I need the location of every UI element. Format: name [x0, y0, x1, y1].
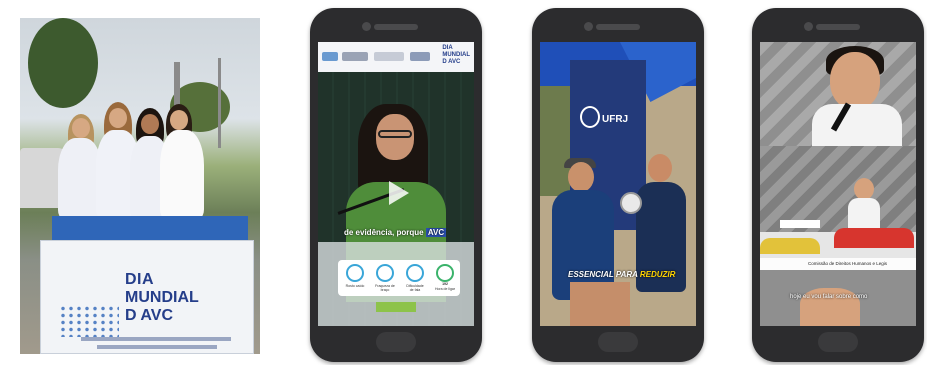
symptoms-card: Rosto caído Fraqueza de braço Dificuldad… — [338, 260, 460, 296]
boy-face — [830, 52, 880, 110]
banner-title-line3: D AVC — [125, 307, 173, 324]
icon-label: Fraqueza de braço — [375, 284, 395, 292]
person-head — [109, 108, 127, 128]
person-head — [141, 114, 159, 134]
home-button — [598, 332, 638, 352]
phone-frame-3: Comissão de Direitos Humanos e Legis hoj… — [752, 8, 924, 362]
video-screen-2[interactable]: UFRJ ESSENCIAL PARA REDUZIR — [540, 42, 696, 326]
red-chair — [834, 228, 914, 248]
icon-label: Hora de ligar — [434, 287, 456, 291]
video-caption: hoje eu vou falar sobre como — [790, 294, 868, 300]
boy-head — [854, 178, 874, 200]
speaker-slot — [596, 24, 640, 30]
sponsor-strip — [81, 337, 231, 341]
arm-icon — [376, 264, 394, 282]
caption-text: de evidência, porque — [344, 228, 426, 237]
white-shirt — [812, 104, 902, 146]
speaker-slot — [374, 24, 418, 30]
caption-highlight: REDUZIR — [639, 270, 676, 279]
campaign-logo: DIA MUNDIAL D AVC — [442, 45, 470, 66]
face-icon — [346, 264, 364, 282]
icon-label: Dificuldade de fala — [406, 284, 424, 292]
banner-title-line2: MUNDIAL — [125, 289, 199, 306]
camera-dot — [804, 22, 813, 31]
sponsor-logo — [410, 52, 430, 61]
home-button — [818, 332, 858, 352]
caption-text: ESSENCIAL PARA — [568, 270, 640, 279]
campaign-logo-line3: D AVC — [442, 59, 461, 65]
phone-frame-1: DIA MUNDIAL D AVC de evidência, porque A… — [310, 8, 482, 362]
lower-third: Comissão de Direitos Humanos e Legis — [760, 258, 916, 270]
video-screen-3[interactable]: Comissão de Direitos Humanos e Legis hoj… — [760, 42, 916, 326]
speaker-slot — [816, 24, 860, 30]
hand-fan — [620, 192, 642, 214]
speech-icon — [406, 264, 424, 282]
boy-body — [848, 198, 880, 232]
icon-label: Rosto caído — [345, 284, 365, 288]
table-with-leaflets — [52, 216, 248, 240]
phone-frame-2: UFRJ ESSENCIAL PARA REDUZIR — [532, 8, 704, 362]
event-banner: DIA MUNDIAL D AVC — [40, 240, 254, 354]
dots-graphic — [59, 305, 119, 337]
person-head — [170, 110, 188, 130]
sponsor-logo — [322, 52, 338, 61]
ufrj-text: UFRJ — [602, 114, 629, 125]
sponsor-logo — [342, 52, 368, 61]
event-photo: DIA MUNDIAL D AVC — [20, 18, 260, 354]
video-caption: de evidência, porque AVC — [344, 228, 447, 237]
person-head — [648, 154, 672, 182]
video-screen-1[interactable]: DIA MUNDIAL D AVC de evidência, porque A… — [318, 42, 474, 326]
lower-third-text: Comissão de Direitos Humanos e Legis — [808, 261, 888, 266]
caption-highlight: AVC — [425, 228, 447, 237]
person-doctor — [160, 130, 204, 218]
nameplate — [780, 220, 820, 228]
person-head — [568, 162, 594, 192]
legs — [570, 282, 630, 326]
emergency-number: 192 — [442, 282, 448, 286]
camera-dot — [584, 22, 593, 31]
yellow-chair — [760, 238, 820, 254]
camera-dot — [362, 22, 371, 31]
banner-title-line1: DIA — [125, 271, 155, 288]
play-icon[interactable] — [380, 176, 414, 210]
campaign-logo-line2: MUNDIAL — [442, 52, 470, 58]
home-button — [376, 332, 416, 352]
person-head — [72, 118, 90, 138]
podium-sign — [376, 302, 416, 312]
video-header: DIA MUNDIAL D AVC — [318, 42, 474, 72]
street-pole — [218, 58, 221, 148]
sponsor-logo — [374, 52, 404, 61]
ufrj-emblem-icon — [580, 106, 600, 128]
video-caption: ESSENCIAL PARA REDUZIR — [568, 270, 675, 279]
phone-call-icon — [436, 264, 454, 282]
tree — [28, 18, 98, 108]
glasses — [378, 130, 412, 138]
campaign-logo-line1: DIA — [442, 45, 453, 51]
sponsor-strip — [97, 345, 217, 349]
